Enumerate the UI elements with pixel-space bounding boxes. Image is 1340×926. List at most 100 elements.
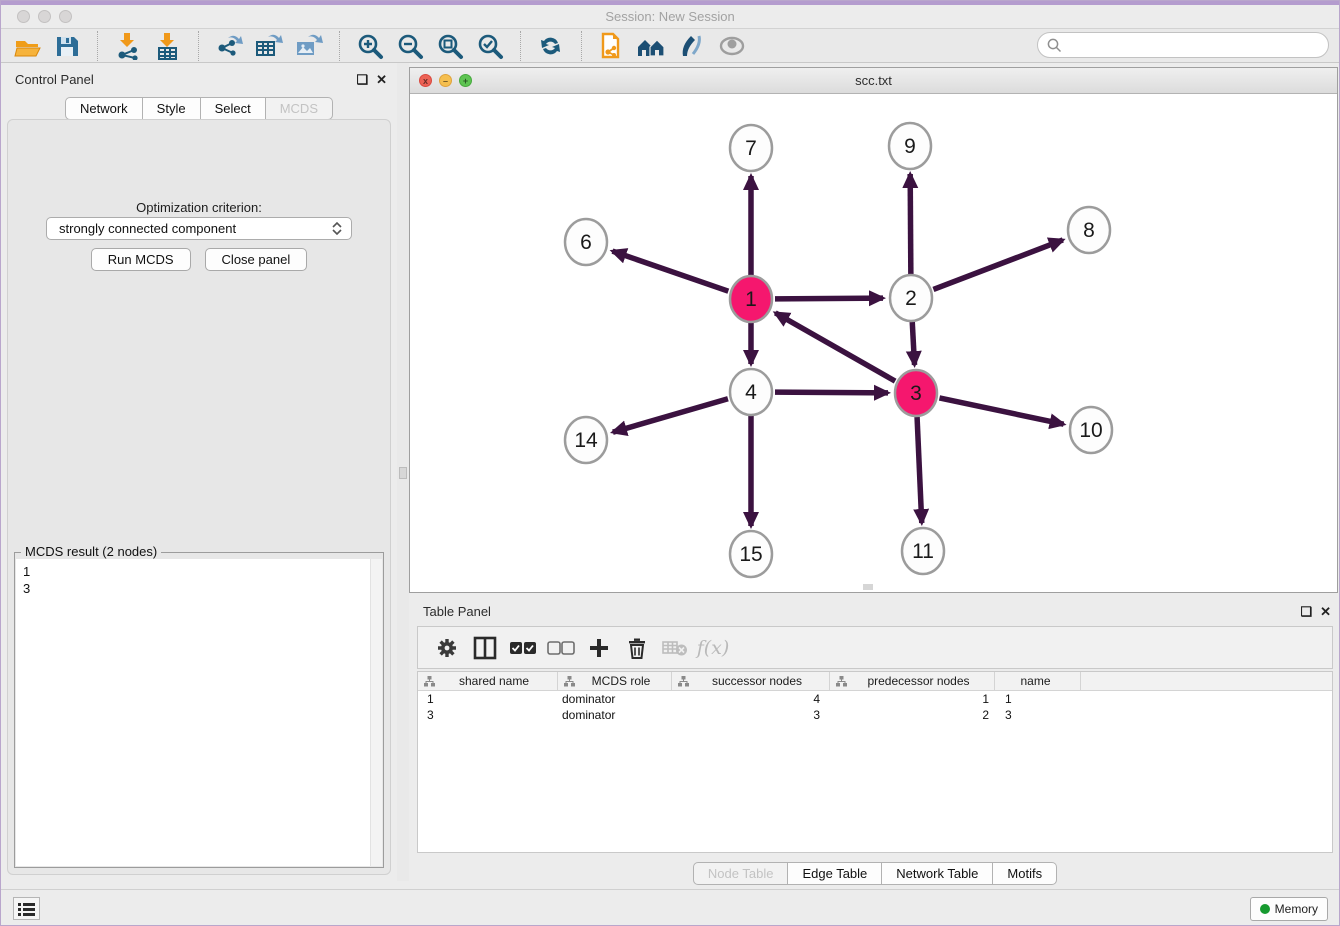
application-window: Session: New Session bbox=[0, 0, 1340, 926]
graph-edge-2-8[interactable] bbox=[933, 240, 1062, 289]
graph-edge-2-9[interactable] bbox=[910, 174, 911, 274]
table-header-row: shared name MCDS role successor nodes pr… bbox=[418, 672, 1332, 691]
cell-predecessor-nodes[interactable]: 1 bbox=[830, 692, 995, 706]
splitter-grip[interactable] bbox=[399, 467, 407, 479]
graph-node-label-11: 11 bbox=[912, 540, 934, 563]
zoom-selected-icon[interactable] bbox=[470, 31, 510, 61]
export-image-icon[interactable] bbox=[289, 31, 329, 61]
select-all-columns-icon[interactable] bbox=[504, 631, 542, 665]
import-table-icon[interactable] bbox=[148, 31, 188, 61]
graph-edge-4-3[interactable] bbox=[775, 392, 888, 393]
cell-shared-name[interactable]: 1 bbox=[418, 692, 558, 706]
graph-edge-1-2[interactable] bbox=[775, 298, 883, 299]
tab-mcds[interactable]: MCDS bbox=[266, 97, 333, 120]
tab-select[interactable]: Select bbox=[201, 97, 266, 120]
graph-edge-3-10[interactable] bbox=[939, 398, 1063, 424]
deselect-all-columns-icon[interactable] bbox=[542, 631, 580, 665]
cell-successor-nodes[interactable]: 3 bbox=[672, 708, 830, 722]
graph-node-label-3: 3 bbox=[910, 382, 922, 405]
column-header-mcds-role[interactable]: MCDS role bbox=[558, 672, 672, 690]
apply-style-icon[interactable] bbox=[672, 31, 712, 61]
graph-edge-3-11[interactable] bbox=[917, 417, 922, 523]
graph-node-label-6: 6 bbox=[580, 231, 592, 254]
cell-name[interactable]: 3 bbox=[995, 708, 1081, 722]
cell-mcds-role[interactable]: dominator bbox=[558, 692, 672, 706]
toolbar-separator bbox=[97, 31, 98, 61]
column-header-name[interactable]: name bbox=[995, 672, 1081, 690]
column-header-shared-name[interactable]: shared name bbox=[418, 672, 558, 690]
zoom-in-icon[interactable] bbox=[350, 31, 390, 61]
refresh-icon[interactable] bbox=[531, 31, 571, 61]
tab-network-table[interactable]: Network Table bbox=[882, 862, 993, 885]
tab-edge-table[interactable]: Edge Table bbox=[788, 862, 882, 885]
memory-label: Memory bbox=[1275, 902, 1318, 916]
network-canvas[interactable]: 7968124314101511 bbox=[410, 94, 1337, 592]
float-panel-icon[interactable]: ❑ bbox=[1300, 605, 1312, 618]
duplicate-network-icon[interactable] bbox=[592, 31, 632, 61]
hierarchy-icon bbox=[424, 676, 435, 687]
delete-table-icon[interactable] bbox=[656, 631, 694, 665]
tab-motifs[interactable]: Motifs bbox=[993, 862, 1057, 885]
memory-button[interactable]: Memory bbox=[1250, 897, 1328, 921]
graph-edge-4-14[interactable] bbox=[613, 399, 728, 432]
cell-successor-nodes[interactable]: 4 bbox=[672, 692, 830, 706]
toolbar-separator bbox=[339, 31, 340, 61]
node-table[interactable]: shared name MCDS role successor nodes pr… bbox=[417, 671, 1333, 853]
mcds-result-box[interactable]: 1 3 bbox=[16, 559, 382, 866]
network-graph[interactable]: 7968124314101511 bbox=[410, 94, 1337, 592]
graph-edge-2-3[interactable] bbox=[912, 322, 914, 365]
mcds-result-title: MCDS result (2 nodes) bbox=[21, 544, 161, 559]
network-view-window: x – + scc.txt 7968124314101511 bbox=[409, 67, 1338, 593]
cell-predecessor-nodes[interactable]: 2 bbox=[830, 708, 995, 722]
delete-column-icon[interactable] bbox=[618, 631, 656, 665]
mcds-result-text: 1 3 bbox=[16, 559, 370, 866]
graph-node-label-9: 9 bbox=[904, 135, 916, 158]
close-panel-icon[interactable]: ✕ bbox=[1320, 605, 1331, 618]
memory-status-dot bbox=[1260, 904, 1270, 914]
panel-splitter[interactable] bbox=[397, 63, 409, 881]
close-panel-button[interactable]: Close panel bbox=[205, 248, 308, 271]
table-row[interactable]: 3 dominator 3 2 3 bbox=[418, 707, 1332, 723]
import-network-icon[interactable] bbox=[108, 31, 148, 61]
tab-style[interactable]: Style bbox=[143, 97, 201, 120]
table-panel-header: Table Panel ❑ ✕ bbox=[409, 595, 1340, 627]
float-panel-icon[interactable]: ❑ bbox=[356, 73, 368, 86]
split-columns-icon[interactable] bbox=[466, 631, 504, 665]
open-session-icon[interactable] bbox=[7, 31, 47, 61]
cell-mcds-role[interactable]: dominator bbox=[558, 708, 672, 722]
zoom-fit-icon[interactable] bbox=[430, 31, 470, 61]
graph-edge-3-1[interactable] bbox=[775, 313, 895, 381]
network-hscroll-thumb[interactable] bbox=[863, 584, 873, 590]
search-box[interactable] bbox=[1037, 32, 1329, 58]
show-hide-icon[interactable] bbox=[712, 31, 752, 61]
export-network-icon[interactable] bbox=[209, 31, 249, 61]
mcds-result-scrollbar[interactable] bbox=[370, 559, 382, 866]
zoom-out-icon[interactable] bbox=[390, 31, 430, 61]
graph-node-label-1: 1 bbox=[745, 288, 757, 311]
tab-network[interactable]: Network bbox=[65, 97, 143, 120]
control-panel: Control Panel ❑ ✕ Network Style Select M… bbox=[1, 63, 397, 881]
export-table-icon[interactable] bbox=[249, 31, 289, 61]
graph-node-label-10: 10 bbox=[1079, 419, 1102, 442]
table-row[interactable]: 1 dominator 4 1 1 bbox=[418, 691, 1332, 707]
cell-shared-name[interactable]: 3 bbox=[418, 708, 558, 722]
task-history-button[interactable] bbox=[13, 897, 40, 920]
cell-name[interactable]: 1 bbox=[995, 692, 1081, 706]
add-column-icon[interactable] bbox=[580, 631, 618, 665]
table-settings-icon[interactable] bbox=[428, 631, 466, 665]
main-toolbar bbox=[1, 29, 1339, 63]
close-panel-icon[interactable]: ✕ bbox=[376, 73, 387, 86]
first-neighbors-icon[interactable] bbox=[632, 31, 672, 61]
toolbar-separator bbox=[581, 31, 582, 61]
column-header-successor-nodes[interactable]: successor nodes bbox=[672, 672, 830, 690]
function-builder-icon: f(x) bbox=[694, 631, 732, 665]
column-header-predecessor-nodes[interactable]: predecessor nodes bbox=[830, 672, 995, 690]
hierarchy-icon bbox=[678, 676, 689, 687]
control-panel-tabs: Network Style Select MCDS bbox=[1, 97, 397, 120]
search-input[interactable] bbox=[1062, 35, 1328, 55]
save-session-icon[interactable] bbox=[47, 31, 87, 61]
optimization-criterion-select[interactable]: strongly connected component bbox=[46, 217, 352, 240]
tab-node-table[interactable]: Node Table bbox=[693, 862, 789, 885]
graph-edge-1-6[interactable] bbox=[612, 251, 728, 291]
run-mcds-button[interactable]: Run MCDS bbox=[91, 248, 191, 271]
